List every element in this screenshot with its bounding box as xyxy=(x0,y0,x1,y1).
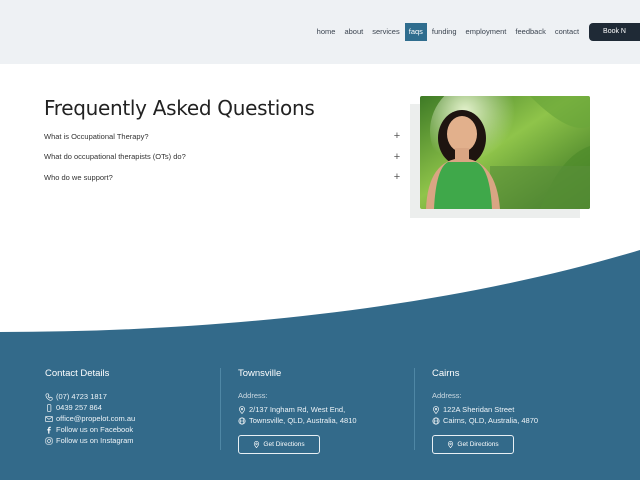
nav-employment[interactable]: employment xyxy=(462,23,511,41)
address-label: Address: xyxy=(238,391,268,400)
facebook-icon xyxy=(47,426,51,434)
townsville-heading: Townsville xyxy=(238,368,282,379)
plus-icon[interactable]: + xyxy=(392,171,402,183)
faq-question: What do occupational therapists (OTs) do… xyxy=(44,152,186,162)
email-address: office@propelot.com.au xyxy=(56,414,136,423)
nav-home[interactable]: home xyxy=(313,23,340,41)
faq-item[interactable]: What do occupational therapists (OTs) do… xyxy=(44,147,402,168)
map-pin-icon xyxy=(239,405,245,414)
nav-services[interactable]: services xyxy=(368,23,404,41)
cairns-heading: Cairns xyxy=(432,368,460,379)
email-line[interactable]: office@propelot.com.au xyxy=(45,413,135,424)
nav-about[interactable]: about xyxy=(340,23,367,41)
main-nav: home about services faqs funding employm… xyxy=(312,23,640,41)
mail-icon xyxy=(45,415,53,422)
contact-heading: Contact Details xyxy=(45,368,110,379)
street-line: 122A Sheridan Street xyxy=(432,404,538,415)
townsville-column: Townsville Address: 2/137 Ingham Rd, Wes… xyxy=(238,368,357,454)
instagram-label: Follow us on Instagram xyxy=(56,436,134,445)
city-line: Cairns, QLD, Australia, 4870 xyxy=(432,415,538,426)
plus-icon[interactable]: + xyxy=(392,151,402,163)
faq-item[interactable]: What is Occupational Therapy? + xyxy=(44,126,402,147)
map-pin-icon xyxy=(433,405,439,414)
address-label: Address: xyxy=(432,391,462,400)
directions-label: Get Directions xyxy=(263,441,305,448)
map-pin-icon xyxy=(448,441,454,448)
faq-question: What is Occupational Therapy? xyxy=(44,131,149,141)
instagram-icon xyxy=(45,436,53,445)
city-address: Cairns, QLD, Australia, 4870 xyxy=(443,416,539,425)
site-header: home about services faqs funding employm… xyxy=(0,0,640,64)
cairns-directions-button[interactable]: Get Directions xyxy=(432,435,514,454)
site-footer: Contact Details (07) 4723 1817 0439 257 … xyxy=(0,330,640,480)
phone-icon xyxy=(45,392,53,401)
faq-question: Who do we support? xyxy=(44,172,113,182)
therapist-photo xyxy=(420,96,590,209)
phone-number: (07) 4723 1817 xyxy=(56,392,107,401)
page-title: Frequently Asked Questions xyxy=(44,96,315,120)
phone-line[interactable]: (07) 4723 1817 xyxy=(45,391,135,402)
contact-column: Contact Details (07) 4723 1817 0439 257 … xyxy=(45,368,135,446)
plus-icon[interactable]: + xyxy=(392,130,402,142)
facebook-link[interactable]: Follow us on Facebook xyxy=(45,424,135,435)
mobile-number: 0439 257 864 xyxy=(56,403,102,412)
nav-faqs[interactable]: faqs xyxy=(404,23,427,41)
cairns-column: Cairns Address: 122A Sheridan Street Cai… xyxy=(432,368,538,454)
mobile-icon xyxy=(47,403,52,412)
globe-icon xyxy=(432,416,440,425)
book-now-button[interactable]: Book N xyxy=(589,23,640,41)
globe-icon xyxy=(238,416,246,425)
facebook-label: Follow us on Facebook xyxy=(56,425,134,434)
nav-funding[interactable]: funding xyxy=(428,23,461,41)
nav-contact[interactable]: contact xyxy=(551,23,583,41)
city-address: Townsville, QLD, Australia, 4810 xyxy=(249,416,357,425)
nav-feedback[interactable]: feedback xyxy=(511,23,549,41)
faq-accordion: What is Occupational Therapy? + What do … xyxy=(44,126,402,188)
instagram-link[interactable]: Follow us on Instagram xyxy=(45,435,135,446)
city-line: Townsville, QLD, Australia, 4810 xyxy=(238,415,357,426)
street-line: 2/137 Ingham Rd, West End, xyxy=(238,404,357,415)
mobile-line[interactable]: 0439 257 864 xyxy=(45,402,135,413)
faq-item[interactable]: Who do we support? + xyxy=(44,167,402,188)
street-address: 2/137 Ingham Rd, West End, xyxy=(249,405,346,414)
street-address: 122A Sheridan Street xyxy=(443,405,515,414)
map-pin-icon xyxy=(254,441,260,448)
directions-label: Get Directions xyxy=(457,441,499,448)
townsville-directions-button[interactable]: Get Directions xyxy=(238,435,320,454)
